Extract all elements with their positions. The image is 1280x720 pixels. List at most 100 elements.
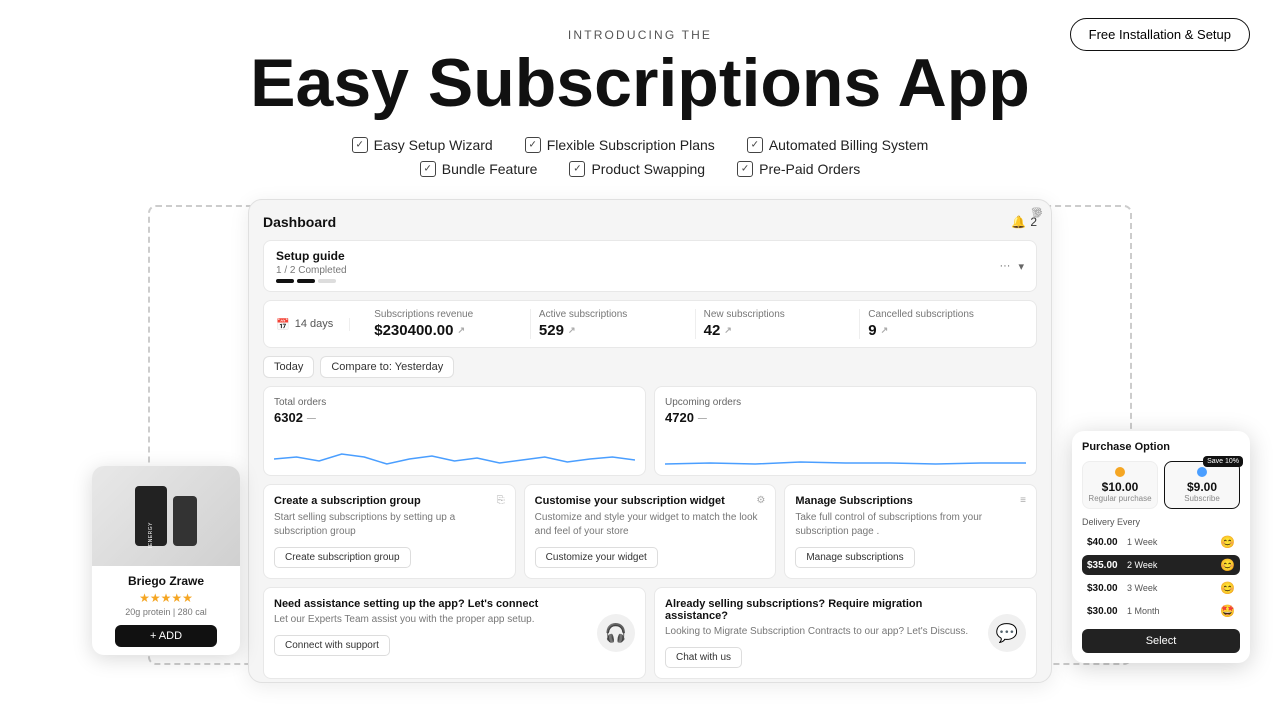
delivery-row-3[interactable]: $30.00 1 Month 🤩	[1082, 601, 1240, 621]
select-button[interactable]: Select	[1082, 629, 1240, 653]
stat-cancelled: Cancelled subscriptions 9 ↗	[860, 309, 1024, 339]
upcoming-orders-line	[665, 429, 1026, 469]
setup-chevron-icon[interactable]: ▾	[1018, 260, 1024, 273]
header: INTRODUCING THE Easy Subscriptions App E…	[0, 0, 1280, 177]
product-add-button[interactable]: + ADD	[115, 625, 217, 647]
check-icon-1	[352, 137, 368, 153]
action-card-title-0: Create a subscription group	[274, 495, 421, 507]
check-icon-2	[525, 137, 541, 153]
setup-guide-bar: Setup guide 1 / 2 Completed ··· ▾	[263, 240, 1037, 292]
stat-revenue-label: Subscriptions revenue	[374, 309, 522, 320]
action-card-btn-0[interactable]: Create subscription group	[274, 547, 411, 568]
dashboard-card: Dashboard 🔔 2 Setup guide 1 / 2 Complete…	[248, 199, 1052, 683]
feature-item-4: Bundle Feature	[420, 161, 538, 177]
product-can-small	[173, 496, 197, 546]
support-icon-headset: 🎧	[597, 614, 635, 652]
support-title-0: Need assistance setting up the app? Let'…	[274, 598, 589, 610]
stat-cancelled-label: Cancelled subscriptions	[868, 309, 1016, 320]
delivery-row-0[interactable]: $40.00 1 Week 😊	[1082, 532, 1240, 552]
action-card-btn-1[interactable]: Customize your widget	[535, 547, 658, 568]
cta-button[interactable]: Free Installation & Setup	[1070, 18, 1250, 51]
action-card-title-2: Manage Subscriptions	[795, 495, 912, 507]
product-card: Briego Zrawe ★★★★★ 20g protein | 280 cal…	[92, 466, 240, 655]
setup-guide-right: ··· ▾	[999, 260, 1024, 273]
delivery-row-2[interactable]: $30.00 3 Week 😊	[1082, 578, 1240, 598]
progress-dots	[276, 279, 347, 283]
delivery-title: Delivery Every	[1082, 517, 1240, 527]
product-image-inner	[135, 486, 197, 546]
delivery-emoji-2: 😊	[1220, 581, 1235, 595]
total-orders-value: 6302 —	[274, 410, 635, 425]
action-card-desc-2: Take full control of subscriptions from …	[795, 511, 1026, 539]
delivery-price-1: $35.00	[1087, 560, 1123, 571]
product-can-large	[135, 486, 167, 546]
subscribe-option[interactable]: Save 10% $9.00 Subscribe	[1164, 461, 1240, 509]
action-card-header-1: Customise your subscription widget ⚙	[535, 495, 766, 507]
main-title: Easy Subscriptions App	[20, 48, 1260, 119]
action-card-title-1: Customise your subscription widget	[535, 495, 725, 507]
revenue-arrow: ↗	[457, 325, 465, 336]
support-card-0: Need assistance setting up the app? Let'…	[263, 587, 646, 679]
support-title-1: Already selling subscriptions? Require m…	[665, 598, 980, 622]
product-info: Briego Zrawe ★★★★★ 20g protein | 280 cal…	[92, 566, 240, 655]
subscribe-dot	[1197, 467, 1207, 477]
support-content-0: Need assistance setting up the app? Let'…	[274, 598, 589, 656]
delivery-row-1[interactable]: $35.00 2 Week 😊	[1082, 555, 1240, 575]
check-icon-4	[420, 161, 436, 177]
compare-button[interactable]: Compare to: Yesterday	[320, 356, 454, 378]
action-card-2: Manage Subscriptions ≡ Take full control…	[784, 484, 1037, 579]
dashboard-header: Dashboard 🔔 2	[263, 214, 1037, 230]
active-arrow: ↗	[568, 325, 576, 336]
feature-item-2: Flexible Subscription Plans	[525, 137, 715, 153]
support-card-1: Already selling subscriptions? Require m…	[654, 587, 1037, 679]
setup-guide-progress: 1 / 2 Completed	[276, 265, 347, 276]
action-cards-row: Create a subscription group ⎘ Start sell…	[263, 484, 1037, 579]
regular-purchase-option[interactable]: $10.00 Regular purchase	[1082, 461, 1158, 509]
delivery-price-3: $30.00	[1087, 606, 1123, 617]
stat-new-value: 42 ↗	[704, 322, 852, 339]
feature-label-3: Automated Billing System	[769, 137, 929, 153]
product-name: Briego Zrawe	[102, 574, 230, 588]
subscribe-price: $9.00	[1170, 480, 1234, 494]
check-icon-3	[747, 137, 763, 153]
action-card-icon-1: ⚙	[756, 495, 765, 506]
stats-row: 📅 14 days Subscriptions revenue $230400.…	[263, 300, 1037, 348]
support-btn-1[interactable]: Chat with us	[665, 647, 742, 668]
support-btn-0[interactable]: Connect with support	[274, 635, 390, 656]
delivery-period-1: 2 Week	[1127, 560, 1216, 570]
purchase-widget-title: Purchase Option	[1082, 441, 1240, 453]
support-desc-0: Let our Experts Team assist you with the…	[274, 613, 589, 627]
action-card-icon-2: ≡	[1020, 495, 1026, 506]
feature-label-2: Flexible Subscription Plans	[547, 137, 715, 153]
stat-active-label: Active subscriptions	[539, 309, 687, 320]
support-cards-row: Need assistance setting up the app? Let'…	[263, 587, 1037, 679]
upcoming-orders-chart: Upcoming orders 4720 — 🗑	[654, 386, 1037, 476]
delivery-period-3: 1 Month	[1127, 606, 1216, 616]
setup-more-icon[interactable]: ···	[999, 260, 1010, 272]
support-desc-1: Looking to Migrate Subscription Contract…	[665, 625, 980, 639]
product-stars: ★★★★★	[102, 591, 230, 605]
today-button[interactable]: Today	[263, 356, 314, 378]
check-icon-5	[569, 161, 585, 177]
delivery-period-2: 3 Week	[1127, 583, 1216, 593]
upcoming-chart-settings-icon[interactable]: 🗑	[1030, 208, 1043, 219]
action-card-btn-2[interactable]: Manage subscriptions	[795, 547, 914, 568]
calendar-icon: 📅	[276, 318, 290, 331]
delivery-period-0: 1 Week	[1127, 537, 1216, 547]
stat-new: New subscriptions 42 ↗	[696, 309, 861, 339]
features-row-1: Easy Setup Wizard Flexible Subscription …	[20, 137, 1260, 153]
delivery-emoji-3: 🤩	[1220, 604, 1235, 618]
feature-item-5: Product Swapping	[569, 161, 705, 177]
action-card-desc-1: Customize and style your widget to match…	[535, 511, 766, 539]
stat-period: 📅 14 days	[276, 318, 350, 331]
action-card-header-0: Create a subscription group ⎘	[274, 495, 505, 507]
regular-dot	[1115, 467, 1125, 477]
total-orders-label: Total orders	[274, 397, 635, 408]
delivery-emoji-1: 😊	[1220, 558, 1235, 572]
progress-dot-filled	[276, 279, 294, 283]
regular-label: Regular purchase	[1088, 494, 1152, 503]
feature-item-6: Pre-Paid Orders	[737, 161, 860, 177]
purchase-widget: Purchase Option $10.00 Regular purchase …	[1072, 431, 1250, 663]
action-card-header-2: Manage Subscriptions ≡	[795, 495, 1026, 507]
delivery-emoji-0: 😊	[1220, 535, 1235, 549]
